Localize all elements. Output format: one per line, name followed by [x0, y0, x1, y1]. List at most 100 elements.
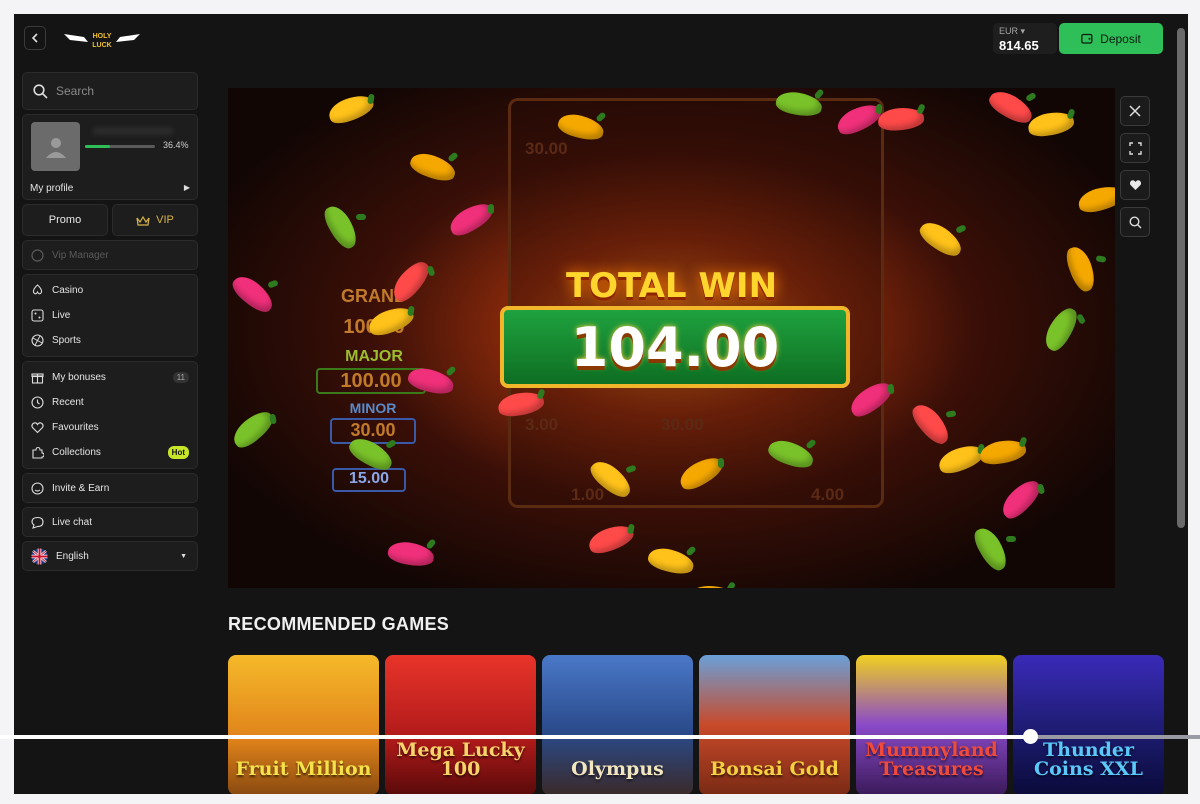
game-search-button[interactable] — [1120, 207, 1150, 237]
pepper-sprite — [228, 405, 278, 453]
close-game-button[interactable] — [1120, 96, 1150, 126]
game-tile-title: Mummyland Treasures — [865, 739, 998, 780]
total-win-label: TOTAL WIN — [565, 266, 778, 306]
reel-value: 3.00 — [525, 415, 559, 434]
live-chat-button[interactable]: Live chat — [22, 507, 198, 537]
chevron-right-icon: ▶ — [183, 183, 190, 192]
crown-icon — [136, 215, 150, 226]
chevron-down-icon: ▼ — [180, 553, 187, 560]
game-tile-title: Bonsai Gold — [710, 758, 839, 780]
pepper-stem — [1006, 536, 1016, 542]
pepper-stem — [916, 103, 926, 115]
game-tile-title: Mega Lucky 100 — [396, 739, 525, 780]
game-tile-mega-lucky-100[interactable]: Mega Lucky 100 — [385, 655, 536, 794]
nav-label: Live — [52, 310, 71, 321]
pepper-stem — [685, 545, 697, 557]
game-tile-thunder-coins-xxl[interactable]: Thunder Coins XXL — [1013, 655, 1164, 794]
level-progress-label: 36.4% — [163, 140, 189, 150]
pepper-stem — [488, 204, 494, 214]
reel-value: 30.00 — [661, 415, 704, 434]
wallet-icon — [1081, 33, 1093, 44]
pepper-sprite — [915, 216, 967, 262]
page-scrollbar[interactable] — [1177, 28, 1185, 528]
recommended-games-list: Fruit Million Mega Lucky 100 Olympus Bon… — [228, 655, 1164, 794]
game-toolbar — [1120, 96, 1150, 244]
live-chat-label: Live chat — [52, 516, 93, 528]
invite-label: Invite & Earn — [52, 482, 110, 494]
jackpot-mini-value: 15.00 — [332, 468, 406, 492]
nav-item-casino[interactable]: Casino — [23, 278, 197, 303]
game-tile-title: Thunder Coins XXL — [1034, 739, 1143, 780]
heart-icon — [1129, 180, 1141, 190]
search-icon — [1128, 215, 1141, 228]
clock-icon — [31, 396, 44, 409]
search-icon — [33, 83, 48, 99]
nav-label: Sports — [52, 335, 81, 346]
svg-text:LUCK: LUCK — [92, 42, 111, 49]
video-progress-thumb[interactable] — [1023, 729, 1038, 744]
user-nav: My bonuses 11 Recent Favourites Collecti… — [22, 361, 198, 469]
bonus-count-badge: 11 — [172, 372, 189, 383]
pepper-sprite — [969, 523, 1013, 575]
game-tile-mummyland-treasures[interactable]: Mummyland Treasures — [856, 655, 1007, 794]
top-bar: HOLY LUCK EUR ▾ 814.65 Deposit — [14, 14, 1188, 64]
pepper-stem — [1075, 313, 1087, 325]
promo-vip-row: Promo VIP — [22, 204, 198, 236]
pepper-stem — [445, 365, 457, 377]
deposit-button[interactable]: Deposit — [1059, 23, 1163, 54]
spade-icon — [32, 284, 43, 295]
logo[interactable]: HOLY LUCK — [62, 28, 142, 50]
vip-manager-button[interactable]: Vip Manager — [22, 240, 198, 270]
jackpot-minor: MINOR — [349, 400, 397, 416]
language-selector[interactable]: English ▼ — [22, 541, 198, 571]
smile-icon — [31, 481, 44, 495]
game-tile-bonsai-gold[interactable]: Bonsai Gold — [699, 655, 850, 794]
nav-item-live[interactable]: Live — [23, 303, 197, 328]
promo-label: Promo — [48, 214, 82, 226]
svg-text:HOLY: HOLY — [93, 33, 112, 40]
game-tile-olympus[interactable]: Olympus — [542, 655, 693, 794]
promo-button[interactable]: Promo — [22, 204, 108, 236]
pepper-stem — [1025, 91, 1037, 103]
jackpot-major: MAJOR — [345, 348, 403, 365]
pepper-stem — [945, 410, 957, 418]
game-tile-fruit-million[interactable]: Fruit Million — [228, 655, 379, 794]
reel-value: 4.00 — [811, 485, 845, 504]
vip-button[interactable]: VIP — [112, 204, 198, 236]
balance-currency: EUR ▾ — [999, 26, 1026, 36]
nav-item-sports[interactable]: Sports — [23, 328, 197, 353]
deposit-label: Deposit — [1100, 31, 1141, 46]
game-frame[interactable]: 30.00 3.00 30.00 1.00 4.00 GRAND 100.00 … — [228, 88, 1115, 588]
my-profile-link[interactable]: My profile — [30, 183, 73, 194]
close-icon — [1129, 105, 1141, 117]
fullscreen-button[interactable] — [1120, 133, 1150, 163]
level-progress-bar — [85, 145, 155, 148]
balance-widget[interactable]: EUR ▾ 814.65 — [993, 23, 1057, 54]
chevron-left-icon — [31, 33, 38, 43]
language-label: English — [56, 550, 89, 562]
balance-amount: 814.65 — [999, 38, 1039, 53]
puzzle-icon — [32, 446, 44, 459]
pepper-stem — [447, 151, 459, 163]
nav-item-recent[interactable]: Recent — [23, 390, 197, 415]
pepper-sprite — [1039, 303, 1083, 355]
nav-item-my-bonuses[interactable]: My bonuses 11 — [23, 365, 197, 390]
nav-label: Favourites — [52, 422, 99, 433]
pepper-stem — [269, 413, 277, 425]
dice-icon — [31, 309, 44, 322]
ball-icon — [31, 334, 44, 347]
profile-card[interactable]: 36.4% My profile ▶ — [22, 114, 198, 200]
pepper-stem — [407, 305, 415, 317]
fullscreen-icon — [1128, 141, 1142, 155]
video-progress-track[interactable] — [0, 735, 1200, 739]
nav-label: Collections — [52, 447, 101, 458]
sidebar: Search 36.4% My profile ▶ Promo VIP Vip … — [22, 72, 198, 575]
nav-item-favourites[interactable]: Favourites — [23, 415, 197, 440]
favourite-button[interactable] — [1120, 170, 1150, 200]
invite-earn-button[interactable]: Invite & Earn — [22, 473, 198, 503]
search-input[interactable]: Search — [22, 72, 198, 110]
jackpot-minor-value: 30.00 — [330, 418, 416, 444]
nav-item-collections[interactable]: Collections Hot — [23, 440, 197, 465]
back-button[interactable] — [24, 26, 46, 50]
pepper-sprite — [319, 201, 363, 253]
